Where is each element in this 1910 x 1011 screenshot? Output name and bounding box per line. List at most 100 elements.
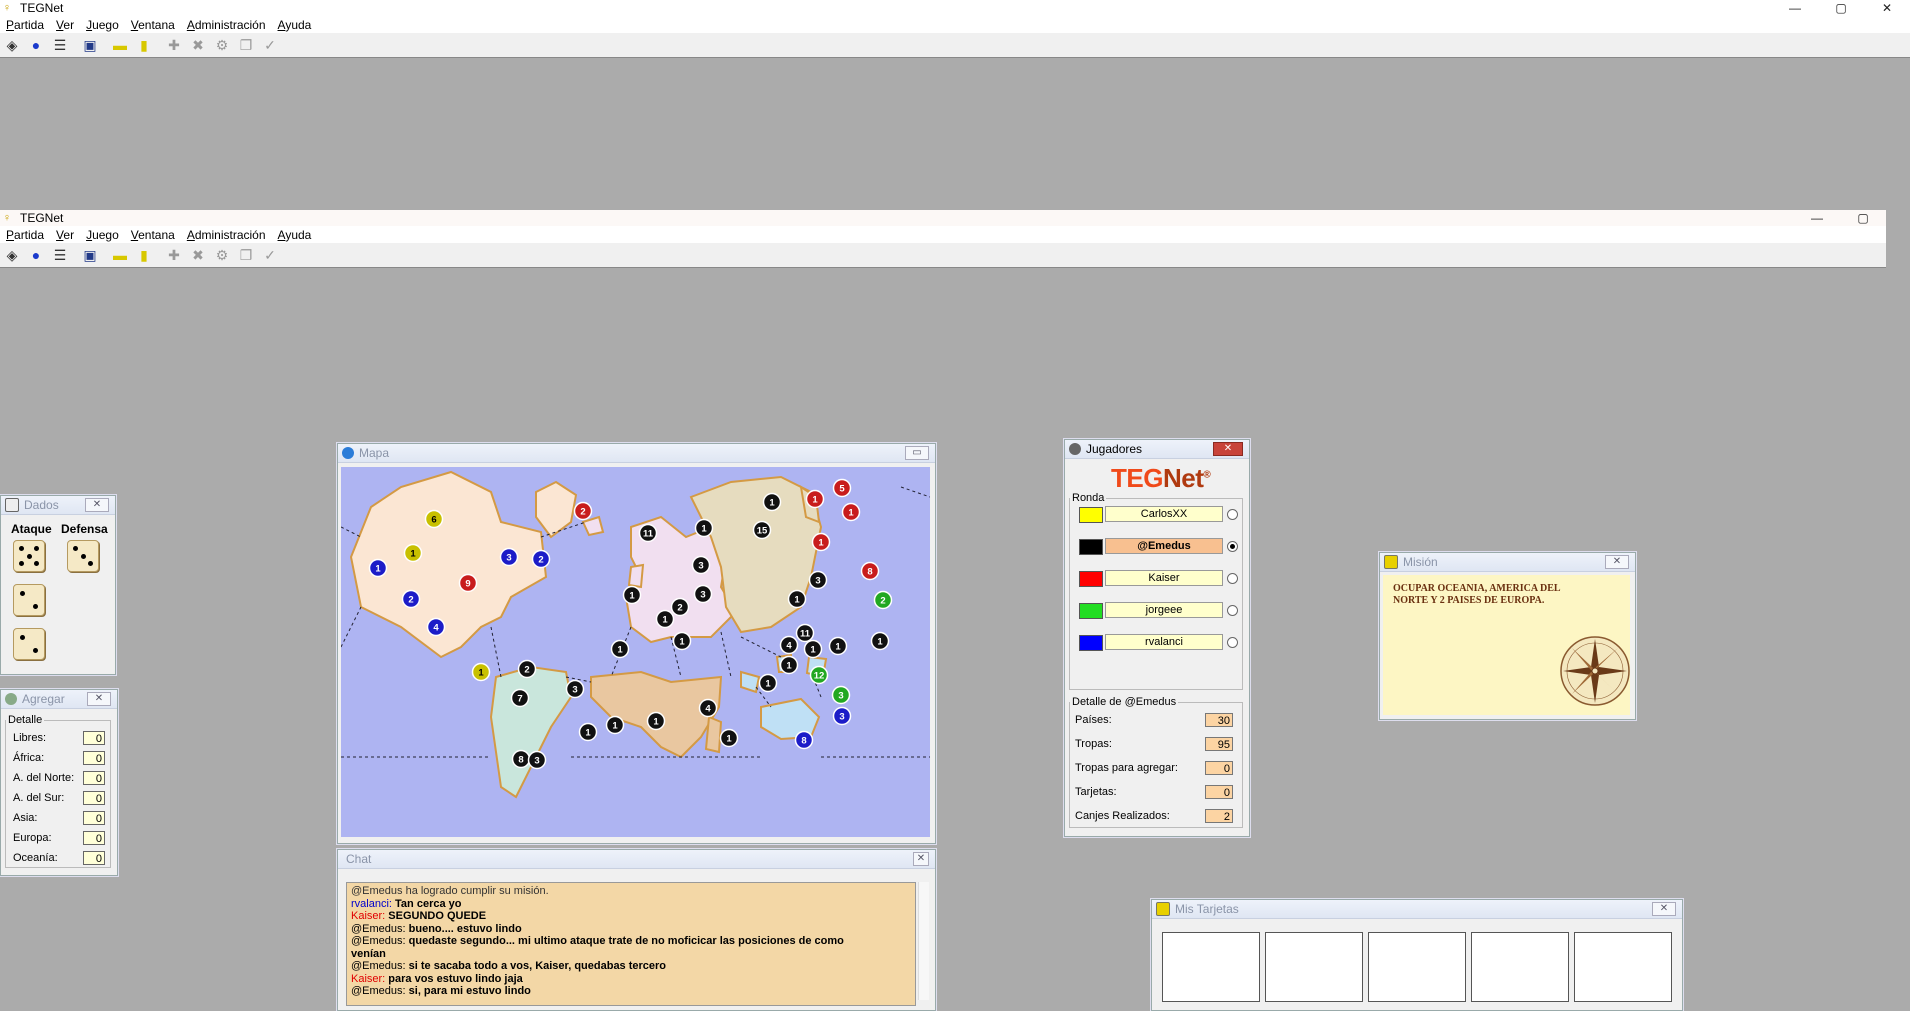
territory-army-marker[interactable]: 8	[511, 749, 531, 769]
territory-army-marker[interactable]: 1	[787, 589, 807, 609]
territory-army-marker[interactable]: 5	[832, 478, 852, 498]
player-turn-radio[interactable]	[1227, 637, 1238, 648]
card-slot[interactable]	[1574, 932, 1672, 1002]
menu-ventana[interactable]: Ventana	[125, 228, 181, 242]
player-row[interactable]: jorgeee	[1079, 602, 1239, 619]
territory-army-marker[interactable]: 1	[578, 722, 598, 742]
card-slot[interactable]	[1471, 932, 1569, 1002]
mapa-restore-button[interactable]: ▭	[905, 446, 929, 460]
menu-administracion[interactable]: Administración	[181, 18, 272, 32]
connect-icon[interactable]: ◈	[1, 34, 23, 56]
copy-icon[interactable]: ❐	[235, 34, 257, 56]
agregar-close-button[interactable]: ✕	[87, 692, 111, 706]
continent-britain[interactable]	[627, 563, 645, 589]
gear-icon[interactable]: ⚙	[211, 244, 233, 266]
jugadores-close-button[interactable]: ✕	[1213, 442, 1243, 456]
territory-army-marker[interactable]: 3	[499, 547, 519, 567]
territory-army-marker[interactable]: 2	[517, 659, 537, 679]
territory-army-marker[interactable]: 12	[809, 665, 829, 685]
menu-ver[interactable]: Ver	[50, 18, 80, 32]
territory-army-marker[interactable]: 1	[805, 489, 825, 509]
territory-army-marker[interactable]: 2	[573, 501, 593, 521]
list-icon[interactable]: ☰	[49, 244, 71, 266]
world-map[interactable]: 611239241211 13113211151 1511381114 1 1 12237…	[341, 467, 930, 837]
player-turn-radio[interactable]	[1227, 605, 1238, 616]
player-turn-radio[interactable]	[1227, 573, 1238, 584]
tarjetas-close-button[interactable]: ✕	[1652, 902, 1676, 916]
territory-army-marker[interactable]: 2	[401, 589, 421, 609]
player-row[interactable]: CarlosXX	[1079, 506, 1239, 523]
add-icon[interactable]: ✚	[163, 244, 185, 266]
menu-partida[interactable]: Partida	[0, 18, 50, 32]
dados-close-button[interactable]: ✕	[85, 498, 109, 512]
territory-army-marker[interactable]: 1	[610, 639, 630, 659]
menu-administracion[interactable]: Administración	[181, 228, 272, 242]
continent-madagascar[interactable]	[704, 715, 723, 754]
territory-army-marker[interactable]: 4	[698, 698, 718, 718]
agregar-value-field[interactable]: 0	[83, 791, 105, 805]
player-turn-radio[interactable]	[1227, 541, 1238, 552]
menu-juego[interactable]: Juego	[80, 18, 125, 32]
agregar-value-field[interactable]: 0	[83, 751, 105, 765]
menu-ventana[interactable]: Ventana	[125, 18, 181, 32]
territory-army-marker[interactable]: 1	[719, 728, 739, 748]
player-row[interactable]: rvalanci	[1079, 634, 1239, 651]
agregar-value-field[interactable]: 0	[83, 771, 105, 785]
card-single-icon[interactable]: ▮	[133, 244, 155, 266]
globe-icon[interactable]: ●	[25, 244, 47, 266]
menu-partida[interactable]: Partida	[0, 228, 50, 242]
territory-army-marker[interactable]: 1	[762, 492, 782, 512]
save-icon[interactable]: ▣	[79, 244, 101, 266]
list-icon[interactable]: ☰	[49, 34, 71, 56]
card-slot[interactable]	[1368, 932, 1466, 1002]
copy-icon[interactable]: ❐	[235, 244, 257, 266]
card-yellow-icon[interactable]: ▬	[109, 244, 131, 266]
territory-army-marker[interactable]: 1	[622, 585, 642, 605]
territory-army-marker[interactable]: 3	[691, 555, 711, 575]
inner-restore-button[interactable]: ▢	[1840, 211, 1886, 225]
globe-icon[interactable]: ●	[25, 34, 47, 56]
add-icon[interactable]: ✚	[163, 34, 185, 56]
remove-icon[interactable]: ✖	[187, 244, 209, 266]
territory-army-marker[interactable]: 8	[860, 561, 880, 581]
territory-army-marker[interactable]: 8	[794, 730, 814, 750]
agregar-value-field[interactable]: 0	[83, 851, 105, 865]
chat-scrollbar[interactable]	[918, 882, 929, 1000]
territory-army-marker[interactable]: 1	[471, 662, 491, 682]
territory-army-marker[interactable]: 4	[779, 635, 799, 655]
menu-juego[interactable]: Juego	[80, 228, 125, 242]
territory-army-marker[interactable]: 15	[752, 520, 772, 540]
territory-army-marker[interactable]: 1	[694, 518, 714, 538]
territory-army-marker[interactable]: 1	[779, 655, 799, 675]
chat-close-button[interactable]: ✕	[913, 852, 929, 866]
menu-ayuda[interactable]: Ayuda	[272, 18, 318, 32]
card-slot[interactable]	[1162, 932, 1260, 1002]
close-button[interactable]: ✕	[1864, 1, 1910, 15]
card-yellow-icon[interactable]: ▬	[109, 34, 131, 56]
territory-army-marker[interactable]: 11	[795, 623, 815, 643]
territory-army-marker[interactable]: 1	[811, 532, 831, 552]
territory-army-marker[interactable]: 3	[832, 706, 852, 726]
territory-army-marker[interactable]: 2	[873, 590, 893, 610]
card-single-icon[interactable]: ▮	[133, 34, 155, 56]
menu-ayuda[interactable]: Ayuda	[272, 228, 318, 242]
territory-army-marker[interactable]: 3	[527, 750, 547, 770]
territory-army-marker[interactable]: 3	[565, 679, 585, 699]
check-icon[interactable]: ✓	[259, 34, 281, 56]
territory-army-marker[interactable]: 1	[828, 636, 848, 656]
save-icon[interactable]: ▣	[79, 34, 101, 56]
gear-icon[interactable]: ⚙	[211, 34, 233, 56]
territory-army-marker[interactable]: 1	[605, 715, 625, 735]
territory-army-marker[interactable]: 9	[458, 573, 478, 593]
territory-army-marker[interactable]: 3	[831, 685, 851, 705]
territory-army-marker[interactable]: 7	[510, 688, 530, 708]
agregar-value-field[interactable]: 0	[83, 731, 105, 745]
territory-army-marker[interactable]: 3	[808, 570, 828, 590]
player-row[interactable]: @Emedus	[1079, 538, 1239, 555]
territory-army-marker[interactable]: 11	[638, 523, 658, 543]
territory-army-marker[interactable]: 1	[672, 631, 692, 651]
territory-army-marker[interactable]: 3	[693, 584, 713, 604]
territory-army-marker[interactable]: 1	[870, 631, 890, 651]
card-slot[interactable]	[1265, 932, 1363, 1002]
agregar-value-field[interactable]: 0	[83, 811, 105, 825]
